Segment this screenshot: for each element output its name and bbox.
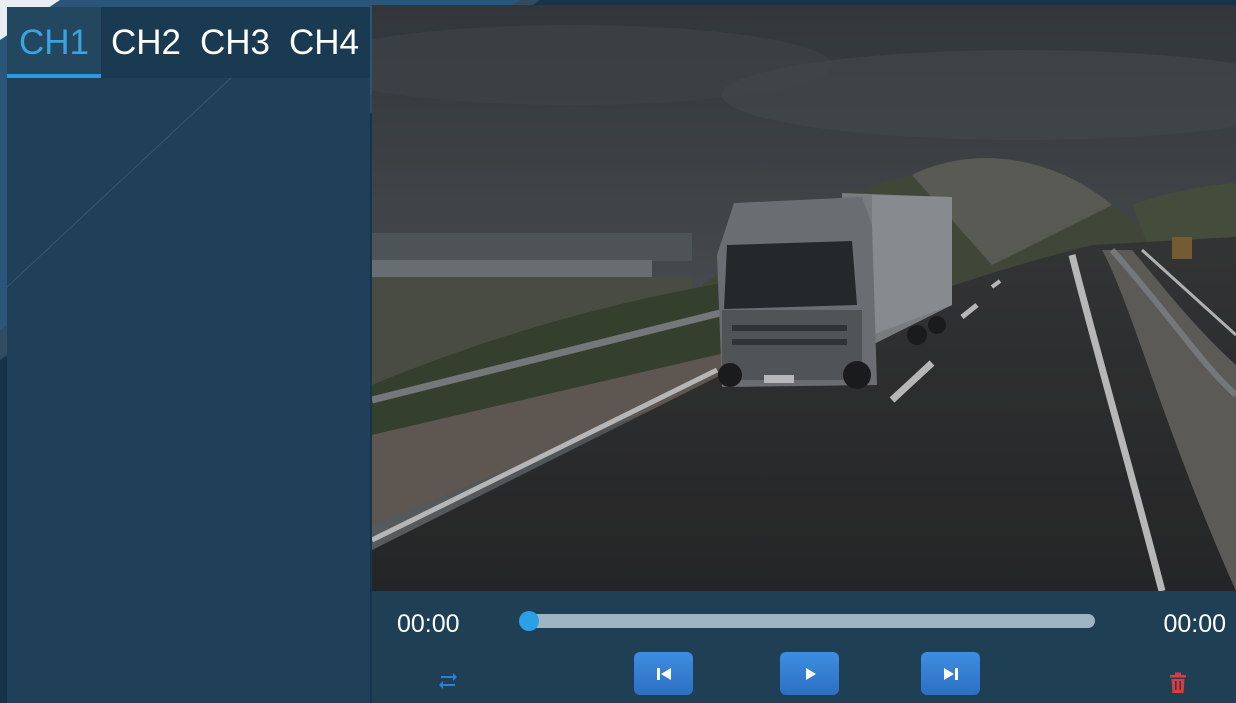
play-icon xyxy=(805,667,816,680)
repeat-icon[interactable] xyxy=(436,669,460,693)
channel-panel: CH1 CH2 CH3 CH4 xyxy=(7,7,370,703)
progress-thumb[interactable] xyxy=(519,611,539,631)
video-image xyxy=(372,5,1236,591)
tab-ch1[interactable]: CH1 xyxy=(7,7,101,78)
playback-controls: 00:00 00:00 xyxy=(372,591,1236,703)
panel-decoration xyxy=(7,7,308,288)
current-time: 00:00 xyxy=(397,610,460,638)
previous-button[interactable] xyxy=(634,652,693,695)
total-time: 00:00 xyxy=(1163,610,1226,638)
tab-ch4[interactable]: CH4 xyxy=(279,7,369,78)
skip-previous-icon xyxy=(656,667,671,680)
progress-bar[interactable] xyxy=(519,611,1095,631)
video-frame[interactable] xyxy=(372,5,1236,591)
player-panel: 00:00 00:00 xyxy=(372,5,1236,703)
play-button[interactable] xyxy=(780,652,839,695)
skip-next-icon xyxy=(943,667,958,680)
tab-ch3[interactable]: CH3 xyxy=(191,7,279,78)
next-button[interactable] xyxy=(921,652,980,695)
trash-icon[interactable] xyxy=(1166,671,1190,695)
channel-tabs: CH1 CH2 CH3 CH4 xyxy=(7,7,370,78)
tab-ch2[interactable]: CH2 xyxy=(101,7,191,78)
